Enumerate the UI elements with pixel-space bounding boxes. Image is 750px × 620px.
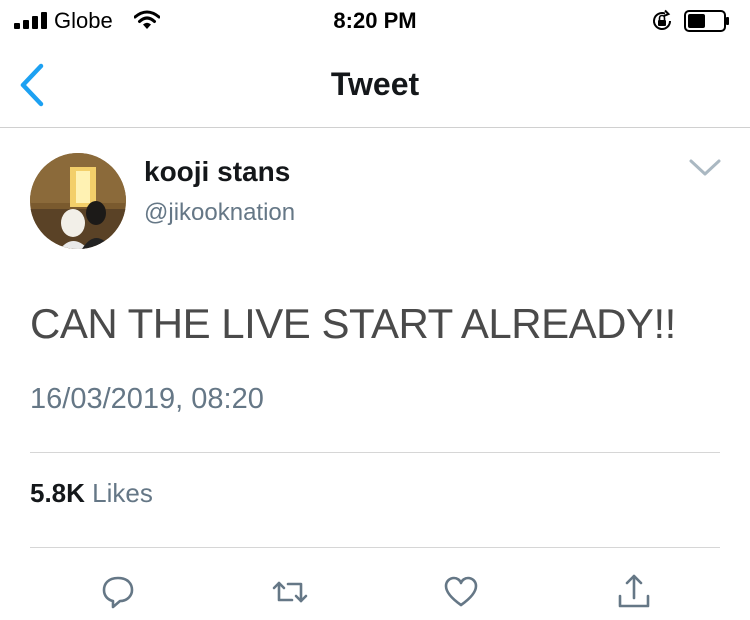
rotation-lock-icon [653,9,671,30]
likes-count: 5.8K [30,478,85,508]
reply-button[interactable] [98,572,138,612]
tweet-timestamp: 16/03/2019, 08:20 [30,383,264,415]
tweet-menu-button[interactable] [688,155,722,181]
status-time: 8:20 PM [333,8,417,33]
divider [30,547,720,548]
user-handle[interactable]: @jikooknation [144,199,295,227]
retweet-icon [272,581,308,603]
like-button[interactable] [441,572,481,612]
tweet-text: CAN THE LIVE START ALREADY!! [30,300,676,347]
battery-icon [684,10,729,32]
status-bar: Globe 8:20 PM [0,0,750,42]
avatar[interactable] [30,153,126,249]
reply-icon [102,576,134,609]
chevron-down-icon [689,159,721,176]
avatar-image [30,153,126,249]
tweet-detail-screen: Globe 8:20 PM Tweet kooji stans @jikookn… [0,0,750,620]
heart-icon [444,576,478,607]
page-title: Tweet [330,66,420,102]
retweet-button[interactable] [270,572,310,612]
likes-stat[interactable]: 5.8K Likes [30,478,153,509]
display-name[interactable]: kooji stans [144,156,290,188]
nav-bar: Tweet [0,42,750,128]
share-button[interactable] [614,572,654,612]
divider [30,452,720,453]
likes-label: Likes [92,478,153,508]
share-icon [618,574,650,608]
